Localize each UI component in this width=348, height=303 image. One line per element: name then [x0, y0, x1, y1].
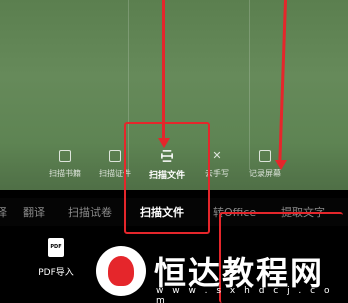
site-watermark: 恒达教程网 w w w . s x h d c j . c o m	[96, 240, 348, 303]
erase-handwriting-icon: ✕	[212, 149, 222, 162]
tab-translate[interactable]: 翻译	[23, 204, 45, 220]
mode-record-screen[interactable]: 记录屏幕	[240, 150, 290, 179]
pdf-icon-text: PDF	[50, 244, 62, 250]
pdf-import-button[interactable]: PDF PDF导入	[26, 238, 86, 278]
mode-label: 扫描书籍	[49, 169, 81, 178]
annotation-arrow	[278, 0, 287, 160]
pdf-import-label: PDF导入	[38, 268, 74, 278]
book-icon	[59, 150, 71, 162]
tab-translate-partial[interactable]: 译	[0, 204, 7, 220]
watermark-url: w w w . s x h d c j . c o m	[156, 286, 333, 303]
watermark-logo-icon	[96, 246, 146, 296]
mode-label: 记录屏幕	[249, 169, 281, 178]
annotation-arrow	[162, 0, 165, 140]
grid-line	[249, 0, 250, 170]
mode-scan-books[interactable]: 扫描书籍	[40, 150, 90, 179]
pdf-file-icon: PDF	[48, 238, 64, 257]
id-card-icon	[109, 150, 121, 162]
tab-scan-exam[interactable]: 扫描试卷	[68, 204, 112, 220]
highlight-box-scan-file	[124, 122, 210, 234]
screen-record-icon	[259, 150, 271, 162]
